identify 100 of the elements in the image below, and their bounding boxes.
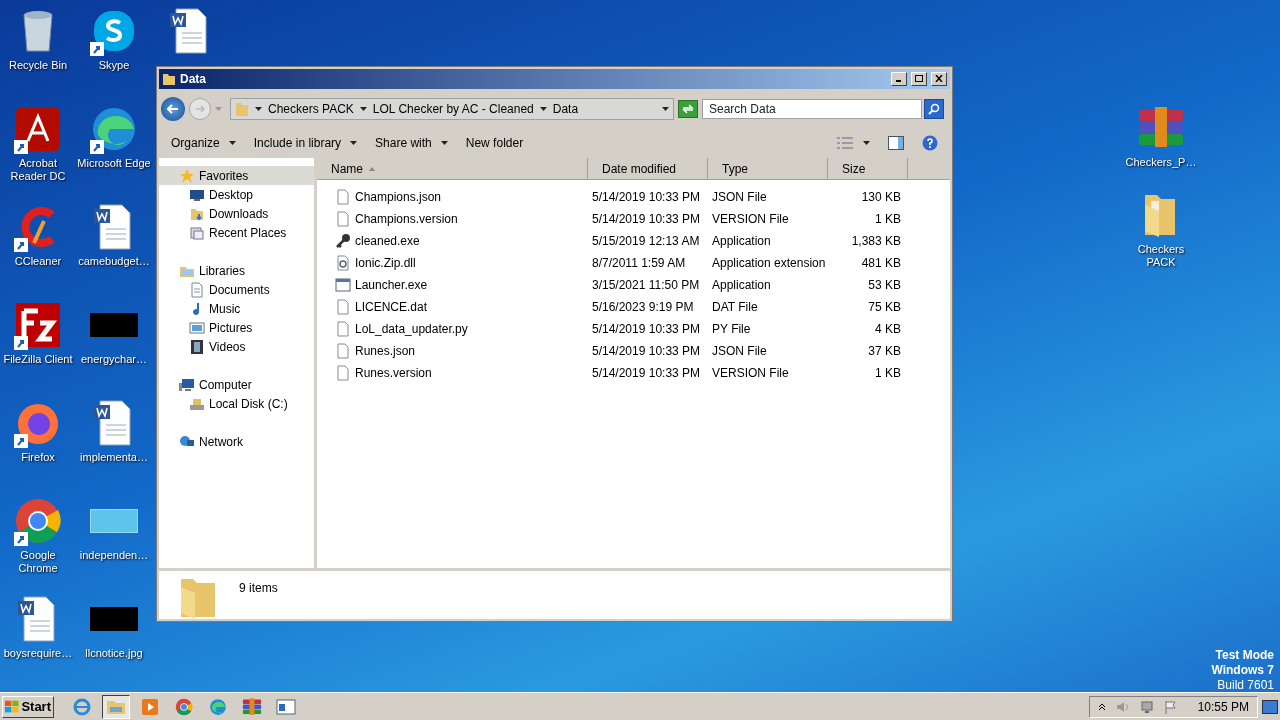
forward-arrow-icon [195,104,205,113]
start-button[interactable]: Start [2,695,54,718]
desktop-icon-label[interactable]: llcnotice.jpg [77,647,151,660]
file-name[interactable]: LICENCE.dat [355,298,428,317]
close-icon [935,75,943,83]
network-icon [1139,699,1154,714]
folder-icon [235,100,249,117]
caret-icon [863,141,870,146]
minimize-button[interactable] [891,71,907,86]
image-thumbnail-icon [90,607,138,631]
nav-item[interactable]: Computer [159,375,314,395]
filezilla-icon [14,301,62,349]
show-desktop-button[interactable] [1262,699,1278,714]
desktop-icon-label[interactable]: camebudget… [77,255,151,268]
back-button[interactable] [161,96,185,121]
file-name[interactable]: cleaned.exe [355,232,420,251]
search-button[interactable] [924,98,944,119]
computer-icon [179,376,195,393]
refresh-button[interactable] [678,99,698,118]
nav-item[interactable]: Libraries [159,261,314,281]
file-icon [335,343,351,360]
nav-item[interactable]: Desktop [159,185,314,205]
maximize-button[interactable] [911,71,927,86]
window-title: Data [180,70,207,88]
item-count: 9 items [239,580,278,597]
table-cell-text: PY File [711,321,752,339]
desktop-icon-label[interactable]: FileZilla Client [1,353,75,366]
table-cell-text: 5/14/2019 10:33 PM [591,321,702,339]
preview-pane-button[interactable] [888,136,904,151]
os-info-text: Windows 7 [1211,663,1274,678]
desktop-icon-label[interactable]: implementa… [77,451,151,464]
caret-icon [539,106,547,111]
breadcrumb-item[interactable]: LOL Checker by AC - Cleaned [372,99,534,118]
sort-arrow-icon [369,166,375,171]
toolbar-button[interactable]: New folder [465,134,524,153]
window-icon [276,698,296,715]
desktop-icon-label[interactable]: energychar… [77,353,151,366]
toolbar-button[interactable]: Include in library [253,134,358,153]
toolbar-button[interactable]: Organize [171,134,236,153]
table-cell-text: 8/7/2011 1:59 AM [591,255,687,273]
table-cell-text: 5/14/2019 10:33 PM [591,211,702,229]
nav-item[interactable]: Videos [159,337,314,357]
view-options-button[interactable] [837,137,870,150]
breadcrumb-item[interactable]: Data [552,99,579,118]
column-header[interactable]: Size [828,158,908,180]
file-name[interactable]: Champions.version [355,210,458,229]
caret-icon [662,106,669,111]
help-button[interactable] [922,135,938,152]
internet-explorer-icon [73,697,91,716]
desktop-icon-label[interactable]: CCleaner [1,255,75,268]
nav-item[interactable]: Downloads [159,204,314,224]
table-cell-text: 1 KB [874,211,902,229]
media-player-icon [141,697,159,716]
table-cell-text: 5/15/2019 12:13 AM [591,233,701,251]
caret-icon [228,141,236,146]
nav-item[interactable]: Music [159,299,314,319]
file-name[interactable]: Runes.version [355,364,432,383]
nav-item[interactable]: Local Disk (C:) [159,394,314,414]
desktop-icon-label[interactable]: Checkers_P… [1122,156,1200,169]
file-name[interactable]: Champions.json [355,188,442,207]
folder-icon [162,71,176,86]
desktop-icon-label[interactable]: Checkers PACK [1122,243,1200,269]
file-icon [335,299,351,316]
nav-item[interactable]: Favorites [159,166,314,186]
taskbar-button[interactable] [102,694,130,719]
desktop-icon-label[interactable]: independen… [77,549,151,562]
file-name[interactable]: Ionic.Zip.dll [355,254,416,273]
desktop-icon-label[interactable]: boysrequire… [1,647,75,660]
breadcrumb-item[interactable]: Checkers PACK [268,99,354,118]
column-header[interactable]: Type [708,158,828,180]
desktop-icon-label[interactable]: Firefox [1,451,75,464]
acrobat-icon [14,105,62,153]
film-icon [189,338,205,355]
gear-file-icon [335,255,351,272]
search-icon [928,102,940,115]
table-cell-text: 130 KB [860,189,902,207]
desktop-icon-label[interactable]: Skype [77,59,151,72]
nav-item[interactable]: Pictures [159,318,314,338]
desktop-icon-label[interactable]: Acrobat Reader DC [1,157,75,183]
column-header[interactable]: Name [317,158,588,180]
desktop-icon-label[interactable]: Google Chrome [1,549,75,575]
winrar-archive-icon [242,696,262,717]
image-thumbnail-icon [90,509,138,533]
file-name[interactable]: Launcher.exe [355,276,428,295]
address-bar[interactable]: Checkers PACK LOL Checker by AC - Cleaned Data [230,97,674,120]
chrome-icon [175,697,193,716]
nav-item[interactable]: Network [159,432,314,452]
file-name[interactable]: LoL_data_updater.py [355,320,468,339]
nav-item[interactable]: Recent Places [159,223,314,243]
column-header[interactable]: Date modified [588,158,708,180]
toolbar-button[interactable]: Share with [375,134,448,153]
image-thumbnail-icon [90,313,138,337]
search-field[interactable]: Search Data [702,98,922,119]
file-name[interactable]: Runes.json [355,342,416,361]
nav-item[interactable]: Documents [159,280,314,300]
file-icon [335,211,351,228]
caret-icon [255,106,262,111]
desktop-icon-label[interactable]: Microsoft Edge [77,157,151,170]
desktop-icon-label[interactable]: Recycle Bin [1,59,75,72]
close-button[interactable] [931,71,947,86]
